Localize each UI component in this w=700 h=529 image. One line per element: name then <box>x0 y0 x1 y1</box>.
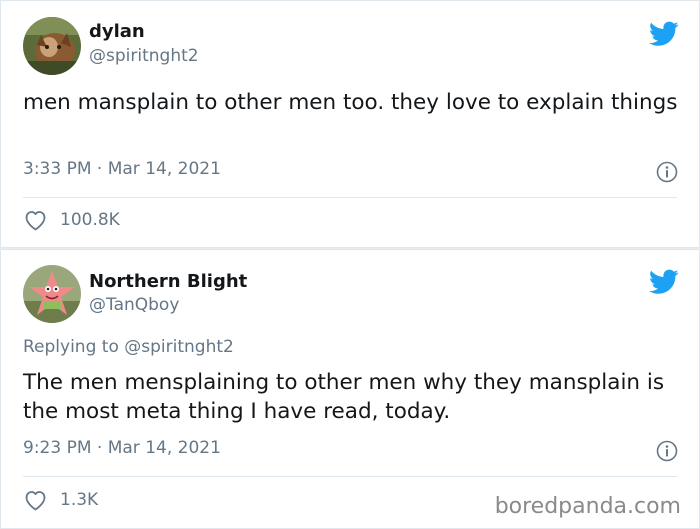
info-icon[interactable] <box>656 161 678 183</box>
user-avatar[interactable] <box>23 265 81 323</box>
watermark: boredpanda.com <box>494 494 681 519</box>
avatar-cat-icon <box>23 17 81 75</box>
tweet-timestamp[interactable]: 3:33 PM · Mar 14, 2021 <box>23 159 221 179</box>
divider <box>23 197 677 198</box>
tweet-text: men mansplain to other men too. they lov… <box>23 90 678 115</box>
tweet-card: Northern Blight @TanQboy Replying to @sp… <box>0 249 700 529</box>
display-name[interactable]: dylan <box>89 21 145 42</box>
replying-prefix: Replying to <box>23 337 119 357</box>
user-handle[interactable]: @spiritnght2 <box>89 46 199 66</box>
tweet-timestamp[interactable]: 9:23 PM · Mar 14, 2021 <box>23 438 221 458</box>
like-button[interactable]: 1.3K <box>23 489 98 511</box>
avatar-patrick-star-icon <box>23 265 81 323</box>
heart-icon <box>25 211 46 231</box>
like-count: 100.8K <box>60 210 120 230</box>
user-avatar[interactable] <box>23 17 81 75</box>
twitter-bird-icon[interactable] <box>649 269 679 295</box>
divider <box>23 476 677 477</box>
like-button[interactable]: 100.8K <box>23 209 120 231</box>
tweet-text: The men mensplaining to other men why th… <box>23 370 665 424</box>
reply-mention-link[interactable]: @spiritnght2 <box>124 337 234 357</box>
info-icon[interactable] <box>656 440 678 462</box>
like-count: 1.3K <box>60 490 99 510</box>
twitter-bird-icon[interactable] <box>649 21 679 47</box>
user-handle[interactable]: @TanQboy <box>89 295 179 315</box>
replying-to: Replying to @spiritnght2 <box>23 337 234 357</box>
heart-icon <box>25 491 46 511</box>
display-name[interactable]: Northern Blight <box>89 271 247 292</box>
tweet-card: dylan @spiritnght2 men mansplain to othe… <box>0 0 700 248</box>
